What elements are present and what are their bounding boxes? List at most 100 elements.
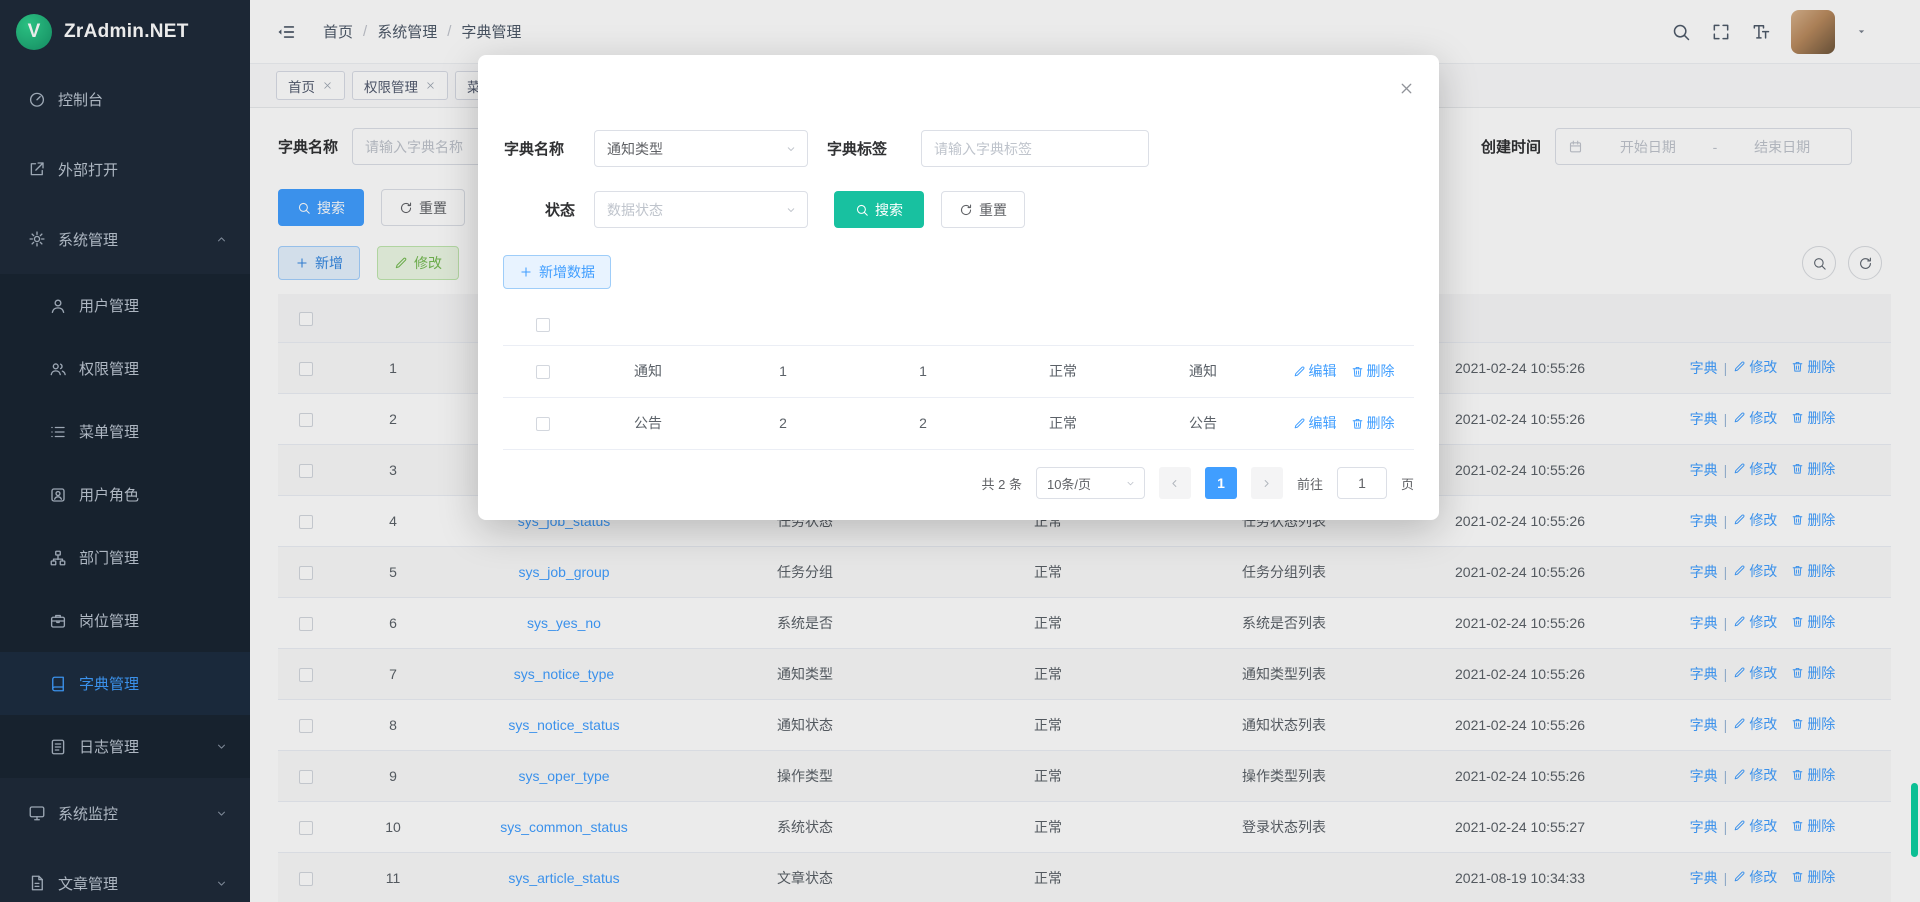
dict-type-link[interactable]: sys_common_status [500,819,628,835]
op-delete-link[interactable]: 删除 [1791,765,1835,785]
sidebar-item-logs[interactable]: 日志管理 [0,715,250,778]
row-checkbox[interactable] [299,668,313,682]
row-checkbox[interactable] [299,872,313,886]
sidebar-item-menus[interactable]: 菜单管理 [0,400,250,463]
op-delete-link[interactable]: 删除 [1791,867,1835,887]
op-delete-link[interactable]: 删除 [1791,459,1835,479]
sidebar-item-dictionary[interactable]: 字典管理 [0,652,250,715]
op-delete-link[interactable]: 删除 [1791,612,1835,632]
select-all-checkbox[interactable] [299,312,313,326]
op-edit-link[interactable]: 修改 [1733,459,1777,479]
page-size-select[interactable]: 10条/页 [1036,467,1145,499]
op-dict-link[interactable]: 字典 [1690,766,1718,786]
select-all-checkbox[interactable] [536,318,550,332]
row-checkbox[interactable] [536,365,550,379]
search-button[interactable]: 搜索 [278,189,364,226]
dict-type-link[interactable]: sys_oper_type [518,768,609,784]
op-dict-link[interactable]: 字典 [1690,409,1718,429]
goto-page-input[interactable] [1337,467,1387,499]
tab-close-icon[interactable] [425,80,436,91]
op-dict-link[interactable]: 字典 [1690,715,1718,735]
sidebar-item-users[interactable]: 用户管理 [0,274,250,337]
op-dict-link[interactable]: 字典 [1690,868,1718,888]
sidebar-item-system[interactable]: 系统管理 [0,204,250,274]
op-edit-link[interactable]: 修改 [1733,867,1777,887]
op-dict-link[interactable]: 字典 [1690,613,1718,633]
op-dict-link[interactable]: 字典 [1690,511,1718,531]
op-edit-link[interactable]: 修改 [1733,561,1777,581]
sidebar-item-articles[interactable]: 文章管理 [0,848,250,902]
op-edit-link[interactable]: 修改 [1733,357,1777,377]
header-search-button[interactable] [1671,22,1691,42]
op-delete-link[interactable]: 删除 [1791,816,1835,836]
add-data-button[interactable]: 新增数据 [503,255,611,289]
op-delete-link[interactable]: 删除 [1791,357,1835,377]
breadcrumb-item[interactable]: 首页 / [323,21,367,42]
op-delete-link[interactable]: 删除 [1351,413,1395,433]
op-edit-link[interactable]: 修改 [1733,612,1777,632]
tab-close-icon[interactable] [322,80,333,91]
op-edit-link[interactable]: 修改 [1733,765,1777,785]
op-delete-link[interactable]: 删除 [1351,361,1395,381]
op-dict-link[interactable]: 字典 [1690,358,1718,378]
sidebar-item-departments[interactable]: 部门管理 [0,526,250,589]
tab-item[interactable]: 首页 [276,71,345,100]
prev-page-button[interactable] [1159,467,1191,499]
dict-type-link[interactable]: sys_job_group [518,564,609,580]
op-edit-link[interactable]: 编辑 [1293,413,1337,433]
dict-type-link[interactable]: sys_notice_status [508,717,619,733]
op-edit-link[interactable]: 编辑 [1293,361,1337,381]
status-select[interactable]: 数据状态 [594,191,808,228]
row-checkbox[interactable] [299,821,313,835]
op-delete-link[interactable]: 删除 [1791,714,1835,734]
date-range-picker[interactable]: 开始日期 - 结束日期 [1555,128,1852,165]
op-delete-link[interactable]: 删除 [1791,663,1835,683]
dialog-reset-button[interactable]: 重置 [941,191,1025,228]
add-button[interactable]: 新增 [278,246,360,280]
row-checkbox[interactable] [299,413,313,427]
dict-type-link[interactable]: sys_yes_no [527,615,601,631]
row-checkbox[interactable] [299,770,313,784]
modify-button[interactable]: 修改 [377,246,459,280]
op-dict-link[interactable]: 字典 [1690,562,1718,582]
tab-item[interactable]: 权限管理 [352,71,448,100]
op-delete-link[interactable]: 删除 [1791,510,1835,530]
op-dict-link[interactable]: 字典 [1690,817,1718,837]
page-number-button[interactable]: 1 [1205,467,1237,499]
op-dict-link[interactable]: 字典 [1690,664,1718,684]
dialog-search-button[interactable]: 搜索 [834,191,924,228]
dialog-close-button[interactable] [1397,79,1415,97]
dict-type-link[interactable]: sys_article_status [508,870,619,886]
sidebar-item-posts[interactable]: 岗位管理 [0,589,250,652]
next-page-button[interactable] [1251,467,1283,499]
row-checkbox[interactable] [299,515,313,529]
row-checkbox[interactable] [299,464,313,478]
op-delete-link[interactable]: 删除 [1791,561,1835,581]
sidebar-item-dashboard[interactable]: 控制台 [0,64,250,134]
fullscreen-button[interactable] [1711,22,1731,42]
page-scrollbar-thumb[interactable] [1911,783,1918,857]
row-checkbox[interactable] [299,362,313,376]
table-refresh-button[interactable] [1848,246,1882,280]
op-edit-link[interactable]: 修改 [1733,714,1777,734]
user-avatar[interactable] [1791,10,1835,54]
dict-name-select[interactable]: 通知类型 [594,130,808,167]
dict-label-input[interactable] [921,130,1149,167]
breadcrumb-item[interactable]: 系统管理 / [377,21,451,42]
reset-button[interactable]: 重置 [381,189,465,226]
op-dict-link[interactable]: 字典 [1690,460,1718,480]
op-edit-link[interactable]: 修改 [1733,816,1777,836]
row-checkbox[interactable] [299,617,313,631]
op-edit-link[interactable]: 修改 [1733,408,1777,428]
op-delete-link[interactable]: 删除 [1791,408,1835,428]
table-search-toggle-button[interactable] [1802,246,1836,280]
row-checkbox[interactable] [299,566,313,580]
row-checkbox[interactable] [536,417,550,431]
op-edit-link[interactable]: 修改 [1733,510,1777,530]
op-edit-link[interactable]: 修改 [1733,663,1777,683]
font-size-button[interactable] [1751,22,1771,42]
sidebar-item-monitor[interactable]: 系统监控 [0,778,250,848]
sidebar-item-permissions[interactable]: 权限管理 [0,337,250,400]
sidebar-collapse-button[interactable] [275,21,297,43]
sidebar-item-external[interactable]: 外部打开 [0,134,250,204]
